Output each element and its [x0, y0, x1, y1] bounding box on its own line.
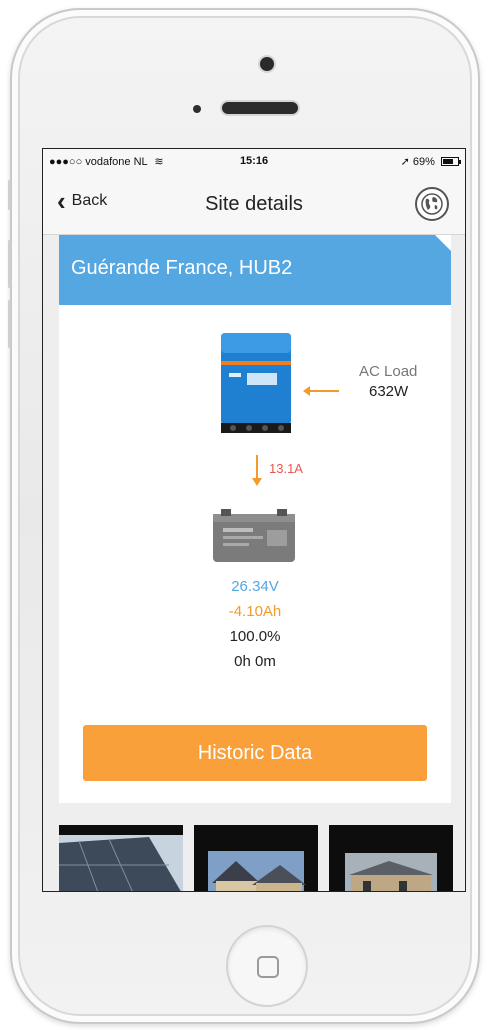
building-photo	[329, 825, 453, 891]
house-photo	[194, 825, 318, 891]
status-right: ➚ 69%	[322, 155, 462, 168]
carrier-label: ●●●○○ vodafone NL	[49, 155, 148, 168]
volume-down-button	[8, 300, 11, 348]
battery-time-to-go: 0h 0m	[234, 653, 276, 670]
battery-image	[213, 509, 295, 562]
navigation-bar: ‹ Back Site details	[43, 173, 465, 235]
ac-flow-arrow	[307, 390, 339, 392]
status-bar: ●●●○○ vodafone NL ≋ 15:16 ➚ 69%	[43, 149, 465, 173]
battery-soc: 100.0%	[229, 628, 281, 645]
site-photo-1[interactable]	[59, 825, 183, 891]
globe-button[interactable]	[415, 187, 449, 221]
mute-switch	[8, 180, 11, 210]
front-camera	[260, 57, 274, 71]
wifi-icon: ≋	[154, 155, 164, 168]
site-card: Guérande France, HUB2 AC Load 632W 13.1A	[59, 235, 451, 803]
solar-panel-photo	[59, 825, 183, 891]
battery-voltage: 26.34V	[231, 578, 279, 595]
ac-load-label: AC Load	[359, 363, 418, 380]
volume-up-button	[8, 240, 11, 288]
historic-data-button[interactable]: Historic Data	[83, 725, 427, 781]
battery-percent: 69%	[412, 155, 435, 168]
page-title: Site details	[205, 193, 303, 215]
site-photo-2[interactable]	[194, 825, 318, 891]
ac-flow-arrowhead	[303, 386, 310, 396]
status-left: ●●●○○ vodafone NL ≋	[49, 155, 186, 168]
phone-screen: ●●●○○ vodafone NL ≋ 15:16 ➚ 69% ‹ Back S…	[42, 148, 466, 892]
battery-consumed: -4.10Ah	[228, 603, 282, 620]
location-arrow-icon: ➚	[400, 155, 410, 168]
corner-fold	[435, 235, 451, 251]
home-square-icon	[257, 956, 279, 978]
dc-current-value: 13.1A	[269, 461, 303, 476]
ac-load-value: 632W	[369, 383, 409, 400]
site-photo-3[interactable]	[329, 825, 453, 891]
home-button[interactable]	[226, 925, 308, 1007]
photo-strip	[43, 825, 465, 891]
dc-flow-arrow	[256, 455, 258, 479]
site-header[interactable]: Guérande France, HUB2	[59, 235, 451, 305]
globe-icon	[421, 193, 443, 215]
dc-flow-arrowhead	[252, 478, 262, 486]
earpiece-speaker	[222, 102, 298, 114]
status-time: 15:16	[239, 155, 269, 167]
proximity-sensor	[193, 105, 201, 113]
battery-fill	[443, 159, 453, 165]
battery-icon	[441, 157, 462, 167]
inverter-image	[221, 333, 291, 433]
site-name: Guérande France, HUB2	[71, 257, 293, 279]
